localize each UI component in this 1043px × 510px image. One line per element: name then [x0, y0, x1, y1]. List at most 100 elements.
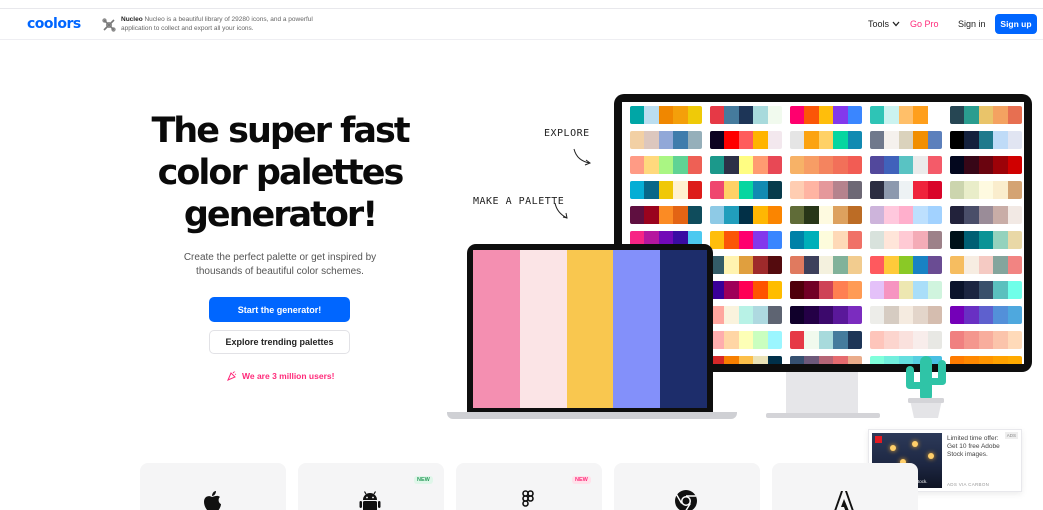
palette-swatch [898, 181, 914, 199]
ad-card-brand[interactable]: ADS VIA CARBON [947, 482, 989, 487]
new-badge: NEW [414, 476, 433, 484]
palette-swatch [847, 231, 862, 249]
palette-swatch [950, 206, 965, 224]
palette-swatch [753, 181, 768, 199]
palette-swatch [687, 206, 702, 224]
palette-thumbnail [950, 306, 1022, 324]
palette-swatch [724, 256, 739, 274]
palette-swatch [673, 156, 688, 174]
nucleo-ad-text[interactable]: Nucleo Nucleo is a beautiful library of … [121, 16, 321, 33]
palette-swatch [724, 156, 739, 174]
palette-swatch [898, 256, 914, 274]
palette-swatch [738, 356, 754, 364]
palette-swatch [870, 281, 885, 299]
palette-swatch [1007, 281, 1022, 299]
start-generator-button[interactable]: Start the generator! [209, 297, 350, 322]
palette-swatch [950, 231, 965, 249]
apple-app-card[interactable] [140, 463, 286, 510]
palette-swatch [927, 106, 942, 124]
palette-swatch [818, 256, 834, 274]
palette-swatch [884, 281, 899, 299]
palette-swatch [673, 206, 688, 224]
palette-swatch [818, 356, 834, 364]
palette-swatch [738, 181, 754, 199]
palette-swatch [913, 331, 928, 349]
palette-thumbnail [630, 206, 702, 224]
coolors-logo[interactable]: coolors [27, 16, 81, 32]
nucleo-logo-icon[interactable] [102, 18, 116, 32]
palette-thumbnail [790, 206, 862, 224]
palette-swatch [738, 331, 754, 349]
palette-swatch [964, 206, 979, 224]
palette-swatch [644, 106, 659, 124]
users-text: We are 3 million users! [242, 371, 335, 381]
palette-thumbnail [870, 156, 942, 174]
palette-swatch [898, 206, 914, 224]
palette-swatch [964, 131, 979, 149]
palette-swatch [884, 131, 899, 149]
explore-palettes-button[interactable]: Explore trending palettes [209, 330, 350, 354]
palette-thumbnail [870, 331, 942, 349]
palette-thumbnail [950, 181, 1022, 199]
palette-thumbnail [950, 106, 1022, 124]
laptop-base [447, 412, 737, 419]
palette-swatch [724, 106, 739, 124]
palette-swatch [898, 281, 914, 299]
palette-thumbnail [870, 131, 942, 149]
palette-thumbnail [870, 231, 942, 249]
palette-swatch [847, 106, 862, 124]
palette-thumbnail [710, 206, 782, 224]
palette-swatch [870, 356, 885, 364]
palette-swatch [790, 331, 805, 349]
palette-swatch [1007, 156, 1022, 174]
top-navbar: coolors Nucleo Nucleo is a beautiful lib… [0, 8, 1043, 40]
palette-swatch [724, 231, 739, 249]
palette-swatch [804, 356, 819, 364]
palette-swatch [898, 156, 914, 174]
palette-swatch [913, 281, 928, 299]
hero-title: The super fast color palettes generator! [151, 111, 410, 235]
palette-swatch [913, 256, 928, 274]
palette-swatch [804, 156, 819, 174]
palette-thumbnail [710, 356, 782, 364]
palette-swatch [950, 331, 965, 349]
palette-swatch [724, 131, 739, 149]
palette-swatch [658, 131, 674, 149]
tools-menu[interactable]: Tools [868, 19, 900, 29]
chrome-extension-card[interactable] [614, 463, 760, 510]
adobe-extension-card[interactable] [772, 463, 918, 510]
palette-swatch [950, 131, 965, 149]
palette-swatch [927, 206, 942, 224]
palette-thumbnail [790, 231, 862, 249]
palette-swatch [724, 206, 739, 224]
palette-thumbnail [790, 281, 862, 299]
palette-swatch [927, 256, 942, 274]
ad-card-text[interactable]: Limited time offer: Get 10 free Adobe St… [947, 435, 1007, 460]
palette-thumbnail [950, 156, 1022, 174]
ad-brand: Nucleo [121, 16, 143, 23]
go-pro-link[interactable]: Go Pro [910, 19, 939, 29]
palette-swatch [724, 181, 739, 199]
cactus-icon [906, 356, 946, 418]
palette-swatch [630, 131, 645, 149]
palette-swatch [710, 206, 725, 224]
sign-up-button[interactable]: Sign up [995, 14, 1037, 34]
palette-swatch [870, 156, 885, 174]
palette-swatch [913, 156, 928, 174]
figma-plugin-card[interactable]: NEW [456, 463, 602, 510]
palette-swatch [870, 106, 885, 124]
palette-swatch [993, 231, 1008, 249]
palette-swatch [833, 131, 848, 149]
palette-swatch [753, 156, 768, 174]
android-app-card[interactable]: NEW [298, 463, 444, 510]
sign-in-link[interactable]: Sign in [958, 19, 986, 29]
adobe-logo-icon [875, 436, 882, 443]
users-count: We are 3 million users! [227, 371, 334, 381]
palette-swatch [898, 331, 914, 349]
palette-swatch [644, 131, 659, 149]
chevron-down-icon [892, 21, 900, 27]
palette-swatch [870, 331, 885, 349]
palette-swatch [804, 206, 819, 224]
palette-swatch [1007, 231, 1022, 249]
palette-swatch [738, 306, 754, 324]
